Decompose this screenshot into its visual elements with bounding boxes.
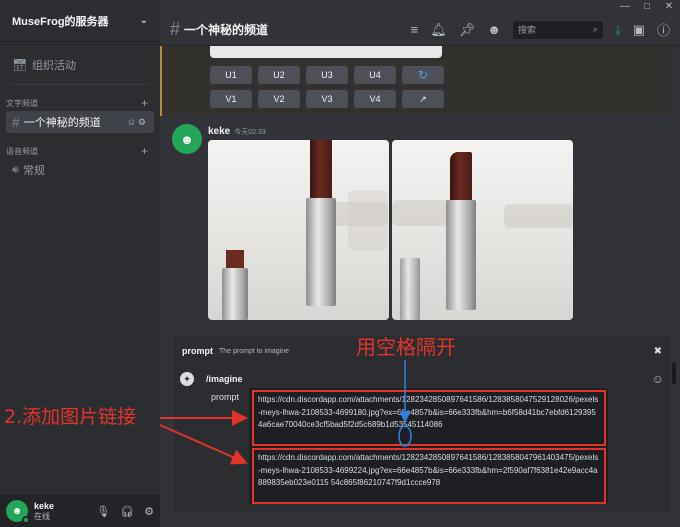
threads-icon[interactable]: ≡: [411, 22, 419, 37]
lipstick-image-1[interactable]: [208, 140, 389, 320]
maximize-button[interactable]: □: [636, 0, 658, 14]
events-label: 组织活动: [32, 60, 76, 72]
upscale-button[interactable]: U1: [210, 66, 252, 84]
variation-button[interactable]: V3: [306, 90, 348, 108]
prompt-field-label: prompt: [206, 388, 250, 504]
inbox-icon[interactable]: ▣: [633, 22, 645, 38]
events-item[interactable]: 📅︎ 组织活动: [0, 54, 160, 76]
add-channel-icon[interactable]: +: [141, 96, 148, 110]
server-sidebar: MuseFrog的服务器 ⌄ 📅︎ 组织活动 文字频道 + # 一个神秘的频道 …: [0, 0, 160, 527]
variation-button[interactable]: V1: [210, 90, 252, 108]
upscale-button[interactable]: U2: [258, 66, 300, 84]
speaker-icon: 🔊︎: [12, 163, 19, 176]
channel-header: # 一个神秘的频道 ≡ 🔔︎ 📌︎ ☻ 搜索 ⌕ ⤓ ▣ ⓘ: [160, 14, 680, 46]
microphone-icon[interactable]: 🎙︎: [96, 505, 110, 518]
emoji-icon[interactable]: ☺: [652, 372, 664, 386]
variation-button[interactable]: V2: [258, 90, 300, 108]
hash-icon: #: [170, 19, 181, 39]
prompt-input[interactable]: prompt https://cdn.discordapp.com/attach…: [206, 388, 608, 504]
add-channel-icon[interactable]: +: [141, 144, 148, 158]
previous-message: U1 U2 U3 U4 ↻ V1 V2 V3 V4 ↗: [160, 46, 670, 116]
voice-channel-item[interactable]: 🔊︎ 常规: [6, 159, 154, 181]
avatar[interactable]: ☻: [172, 124, 202, 154]
divider: [10, 84, 150, 85]
voice-channels-category[interactable]: 语音频道 +: [0, 143, 160, 159]
image-link-2[interactable]: https://cdn.discordapp.com/attachments/1…: [252, 448, 606, 504]
online-status-dot: [22, 516, 30, 524]
search-input[interactable]: 搜索 ⌕: [512, 20, 603, 39]
reroll-icon[interactable]: ↻: [402, 66, 444, 84]
category-label: 文字频道: [6, 98, 38, 108]
user-panel: ☻ keke 在线 🎙︎ 🎧︎ ⚙: [0, 495, 160, 527]
annotation-add-links-note: 2.添加图片链接: [4, 406, 137, 428]
upscale-button[interactable]: U4: [354, 66, 396, 84]
download-icon[interactable]: ⤓: [615, 22, 621, 38]
user-name: keke: [34, 500, 55, 511]
command-name: /imagine: [206, 374, 243, 384]
bot-icon: ✦: [180, 372, 194, 386]
hash-icon: #: [12, 114, 20, 130]
message-author[interactable]: keke: [208, 126, 230, 137]
channel-label: 常规: [22, 165, 45, 177]
annotation-separator-note: 用空格隔开: [356, 335, 456, 359]
minimize-button[interactable]: —: [614, 0, 636, 14]
gear-icon[interactable]: ⚙: [144, 505, 154, 518]
chevron-down-icon: ⌄: [139, 15, 148, 26]
channel-title: 一个神秘的频道: [184, 23, 269, 37]
channel-settings-icons[interactable]: ☺⚙: [127, 117, 148, 128]
search-placeholder: 搜索: [517, 25, 536, 35]
server-header[interactable]: MuseFrog的服务器 ⌄: [0, 0, 160, 42]
message: ☻ keke 今天02:33: [172, 124, 266, 154]
channel-item-active[interactable]: # 一个神秘的频道 ☺⚙: [6, 111, 154, 133]
text-channels-category[interactable]: 文字频道 +: [0, 95, 160, 111]
headphones-icon[interactable]: 🎧︎: [120, 505, 134, 518]
command-prompt-panel: prompt The prompt to imagine ✖ ✦ /imagin…: [174, 336, 670, 512]
channel-label: 一个神秘的频道: [23, 117, 101, 129]
window-controls: — □ ✕: [614, 0, 680, 14]
search-icon: ⌕: [592, 24, 598, 34]
calendar-icon: 📅︎: [12, 58, 28, 72]
scrollbar-thumb[interactable]: [672, 362, 676, 384]
lipstick-image-2[interactable]: [392, 140, 573, 320]
help-icon[interactable]: ⓘ: [657, 20, 670, 39]
open-link-icon[interactable]: ↗: [402, 90, 444, 108]
option-description: The prompt to imagine: [219, 347, 290, 355]
upscale-button[interactable]: U3: [306, 66, 348, 84]
close-window-button[interactable]: ✕: [658, 0, 680, 14]
avatar[interactable]: ☻: [6, 500, 30, 524]
close-icon[interactable]: ✖: [654, 346, 662, 357]
category-label: 语音频道: [6, 146, 38, 156]
pin-icon[interactable]: 📌︎: [459, 22, 476, 38]
message-area: U1 U2 U3 U4 ↻ V1 V2 V3 V4 ↗ ☻ keke 今天02:3…: [160, 46, 680, 527]
variation-button[interactable]: V4: [354, 90, 396, 108]
members-icon[interactable]: ☻: [487, 22, 501, 37]
message-timestamp: 今天02:33: [234, 129, 266, 136]
server-name: MuseFrog的服务器: [12, 15, 109, 28]
user-status: 在线: [34, 511, 50, 521]
bell-icon[interactable]: 🔔︎: [430, 22, 447, 38]
previous-image[interactable]: [210, 46, 442, 58]
option-key: prompt: [182, 346, 213, 356]
image-link-1[interactable]: https://cdn.discordapp.com/attachments/1…: [252, 390, 606, 446]
